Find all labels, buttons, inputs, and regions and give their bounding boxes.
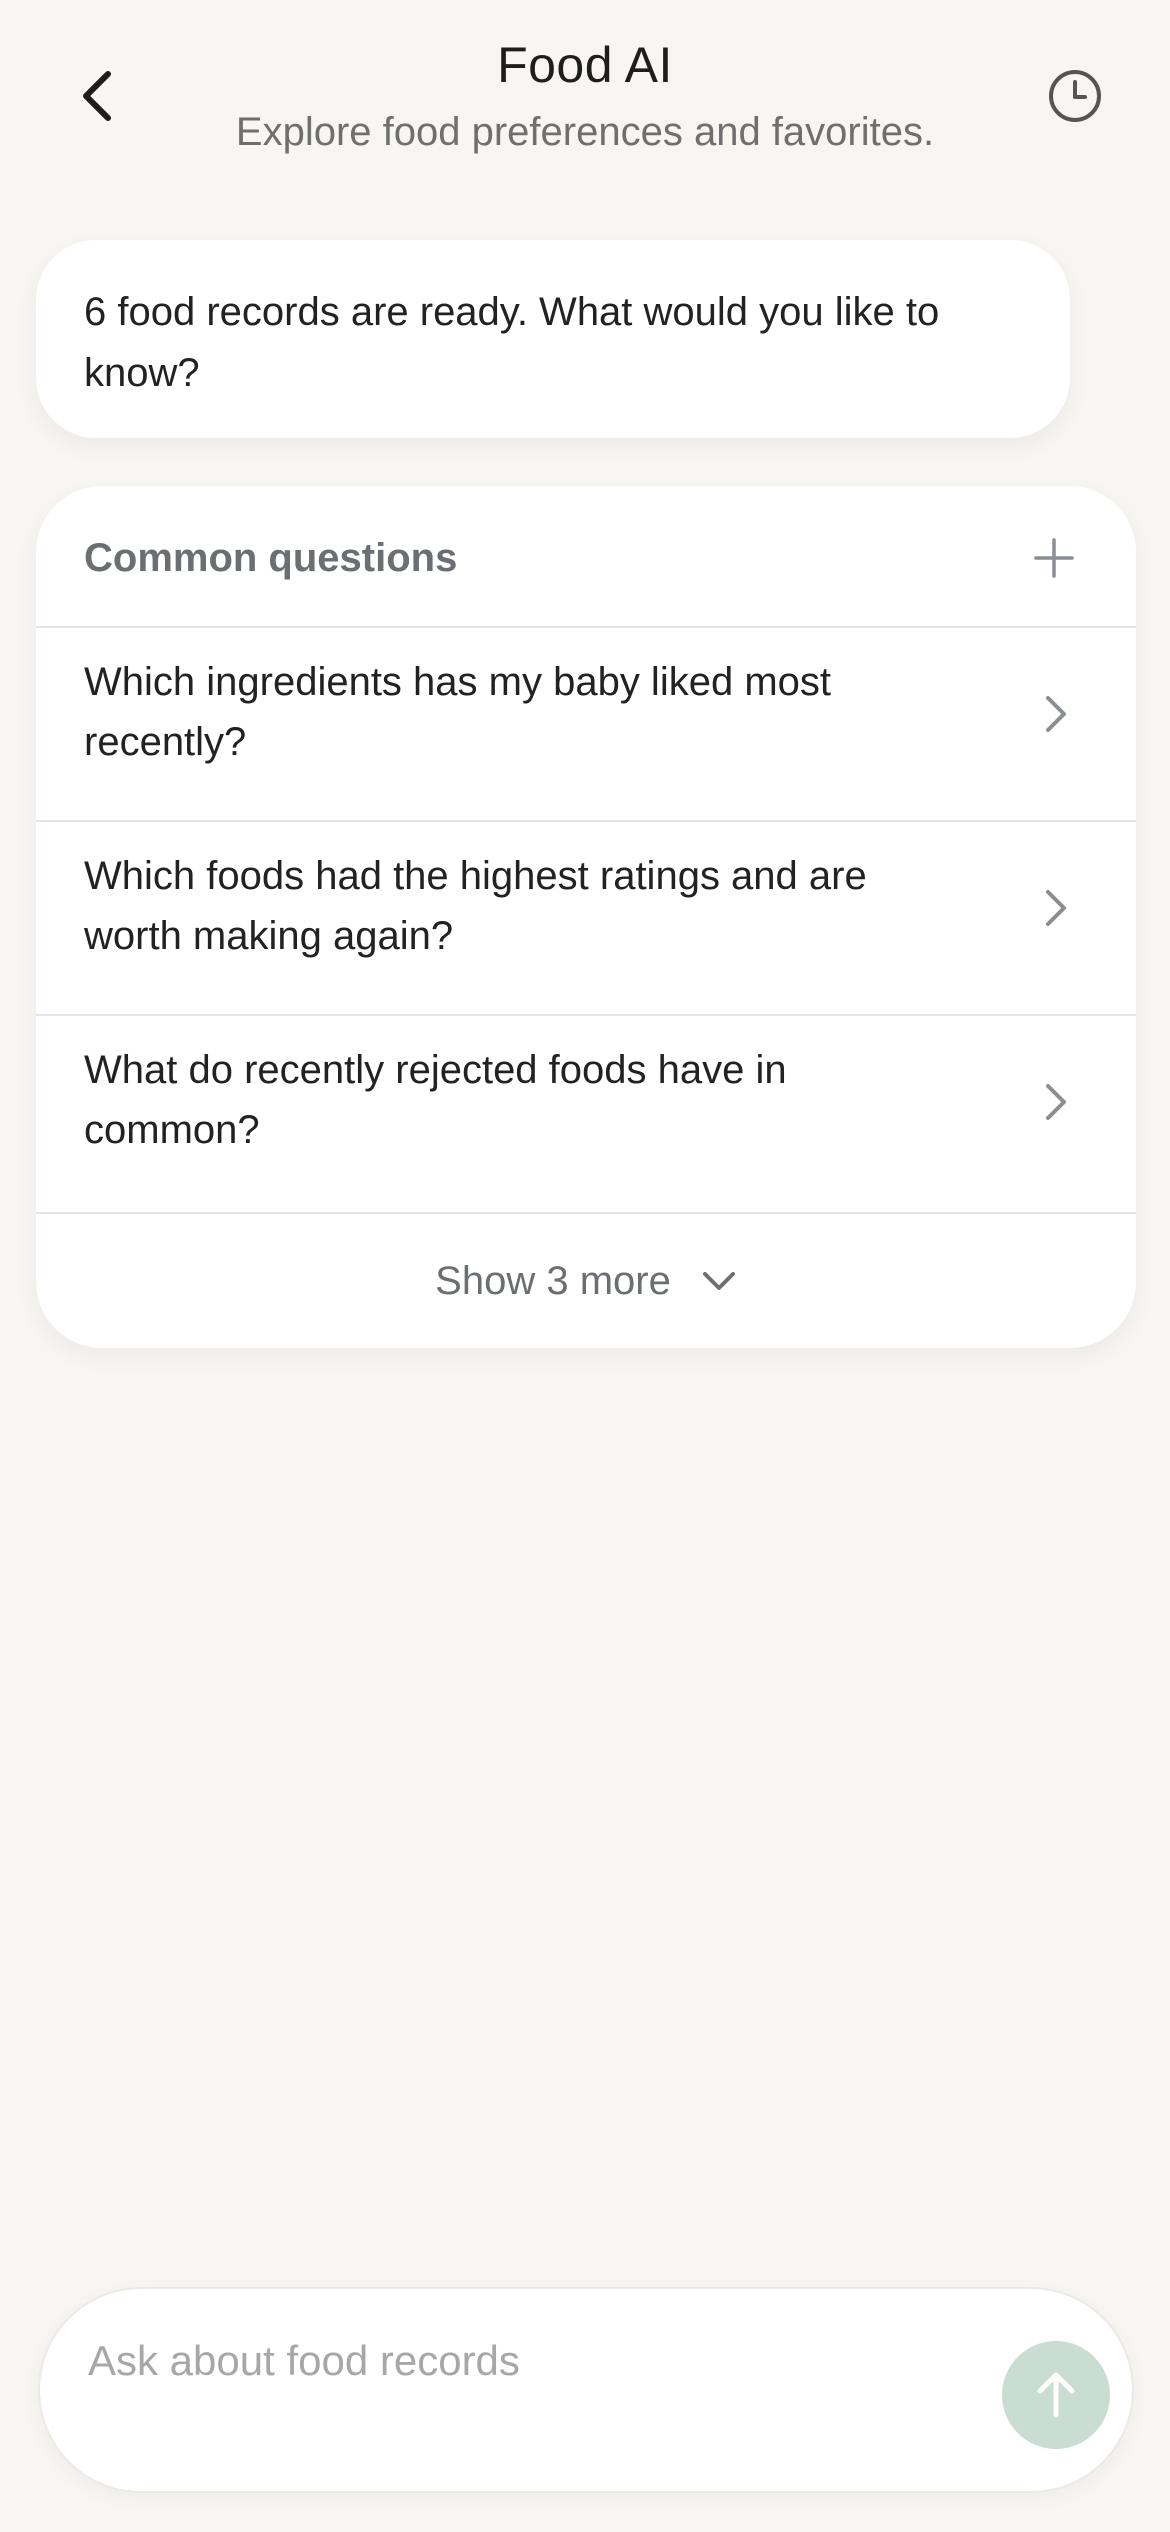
history-button[interactable] (1035, 56, 1115, 136)
greeting-text: 6 food records are ready. What would you… (84, 290, 940, 395)
question-label: Which foods had the highest ratings and … (84, 854, 867, 958)
plus-icon (1034, 538, 1074, 578)
show-more-label: Show 3 more (435, 1258, 671, 1303)
ask-input[interactable] (88, 2331, 988, 2391)
show-more-button[interactable]: Show 3 more (36, 1212, 1136, 1348)
add-question-button[interactable] (1026, 530, 1082, 586)
question-item[interactable]: Which foods had the highest ratings and … (36, 820, 1136, 1014)
common-questions-title: Common questions (84, 536, 458, 580)
clock-icon (1049, 70, 1101, 122)
composer (38, 2287, 1134, 2493)
send-button[interactable] (1002, 2341, 1110, 2449)
question-label: Which ingredients has my baby liked most… (84, 660, 831, 764)
arrow-up-icon (1037, 2372, 1075, 2418)
chevron-right-icon (1036, 878, 1076, 938)
page-title: Food AI (497, 37, 673, 93)
question-item[interactable]: What do recently rejected foods have in … (36, 1014, 1136, 1208)
page-subtitle: Explore food preferences and favorites. (235, 110, 935, 154)
common-questions-card: Common questions Which ingredients has m… (36, 486, 1136, 1348)
chevron-right-icon (1036, 684, 1076, 744)
header: Food AI Explore food preferences and fav… (0, 0, 1170, 200)
assistant-greeting-bubble: 6 food records are ready. What would you… (36, 240, 1070, 438)
question-label: What do recently rejected foods have in … (84, 1048, 787, 1152)
chevron-right-icon (1036, 1072, 1076, 1132)
food-ai-screen: Food AI Explore food preferences and fav… (0, 0, 1170, 2532)
chevron-down-icon (702, 1272, 735, 1290)
common-questions-header: Common questions (36, 486, 1136, 626)
question-item[interactable]: Which ingredients has my baby liked most… (36, 626, 1136, 820)
